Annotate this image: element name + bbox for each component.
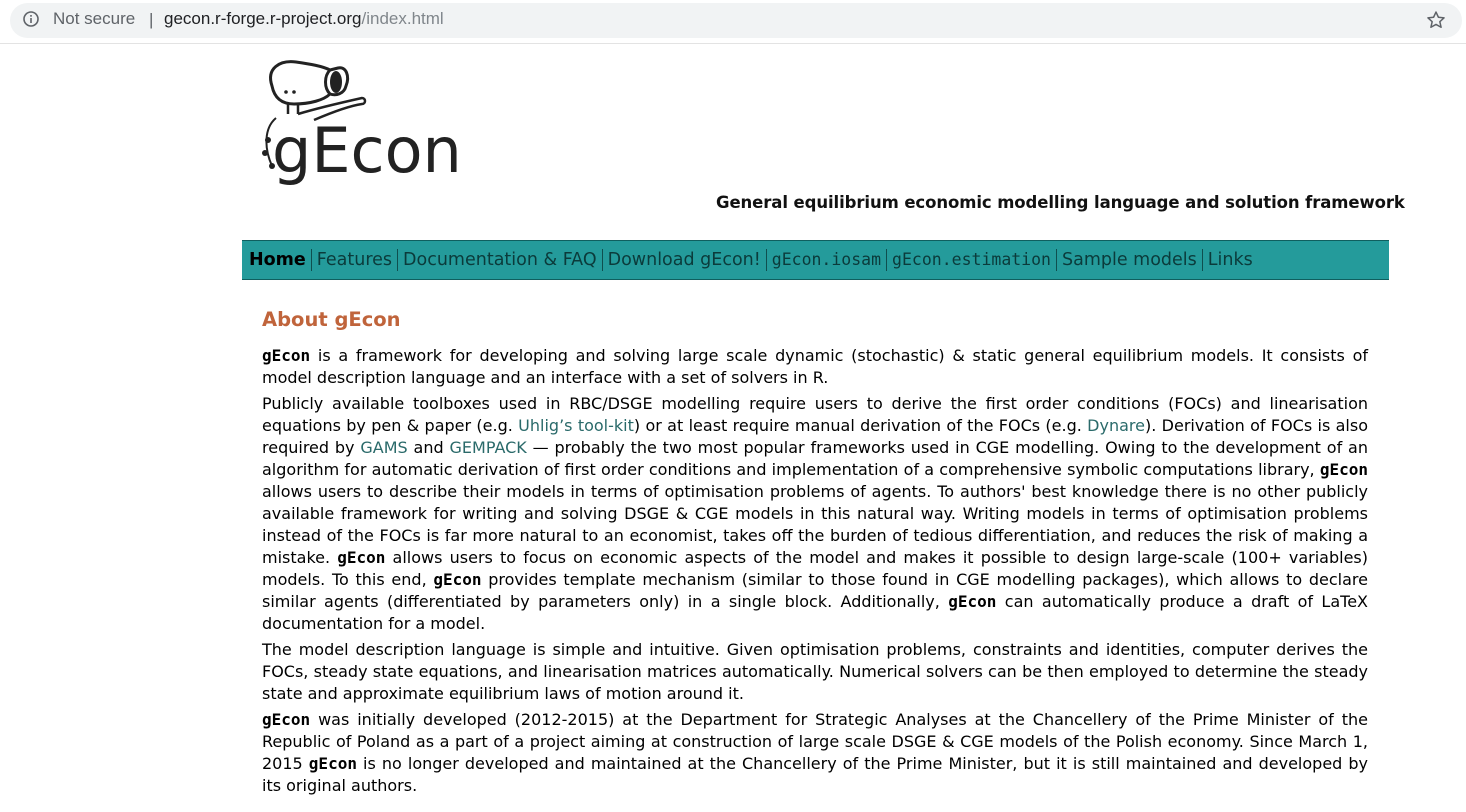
security-status-label[interactable]: Not secure (53, 9, 135, 29)
brand-name: gEcon (262, 710, 311, 729)
url-host: gecon.r-forge.r-project.org (164, 9, 362, 28)
brand-name: gEcon (337, 548, 386, 567)
nav-documentation-faq[interactable]: Documentation & FAQ (397, 249, 602, 271)
paragraph-intro: gEcon is a framework for developing and … (262, 345, 1368, 389)
link-gams[interactable]: GAMS (360, 438, 407, 457)
gecon-logo[interactable]: gEcon (258, 58, 478, 186)
nav-sample-models[interactable]: Sample models (1056, 249, 1202, 271)
main-navigation: Home Features Documentation & FAQ Downlo… (242, 240, 1389, 280)
url-path: /index.html (361, 9, 444, 28)
address-separator: | (149, 10, 154, 29)
brand-name: gEcon (262, 346, 311, 365)
paragraph-text: is a framework for developing and solvin… (262, 346, 1368, 387)
brand-name: gEcon (1319, 460, 1368, 479)
paragraph-language: The model description language is simple… (262, 640, 1368, 703)
brand-name: gEcon (308, 754, 357, 773)
paragraph-text: ) or at least require manual derivation … (633, 416, 1088, 435)
link-dynare[interactable]: Dynare (1087, 416, 1145, 435)
nav-links[interactable]: Links (1201, 249, 1258, 271)
brand-name: gEcon (948, 592, 997, 611)
paragraph-text: is no longer developed and maintained at… (262, 754, 1369, 795)
paragraph-text: and (407, 438, 450, 457)
paragraph-history: gEcon was initially developed (2012-2015… (262, 709, 1368, 797)
nav-home[interactable]: Home (248, 249, 311, 271)
main-content: gEcon is a framework for developing and … (262, 345, 1368, 801)
info-circle-icon[interactable] (23, 11, 39, 27)
link-gempack[interactable]: GEMPACK (450, 438, 527, 457)
browser-address-bar: Not secure | gecon.r-forge.r-project.org… (0, 0, 1466, 44)
nav-gecon-estimation[interactable]: gEcon.estimation (886, 249, 1056, 271)
site-tagline: General equilibrium economic modelling l… (716, 193, 1405, 212)
page-heading: About gEcon (262, 308, 401, 331)
url-text[interactable]: gecon.r-forge.r-project.org/index.html (164, 9, 444, 29)
nav-gecon-iosam[interactable]: gEcon.iosam (765, 249, 886, 271)
brand-name: gEcon (433, 570, 482, 589)
nav-features[interactable]: Features (310, 249, 397, 271)
bookmark-star-icon[interactable] (1426, 10, 1446, 30)
logo-text: gEcon (272, 114, 462, 186)
link-uhlig-toolkit[interactable]: Uhlig’s tool-kit (518, 416, 634, 435)
paragraph-toolboxes: Publicly available toolboxes used in RBC… (262, 393, 1368, 635)
nav-download[interactable]: Download gEcon! (601, 249, 766, 271)
